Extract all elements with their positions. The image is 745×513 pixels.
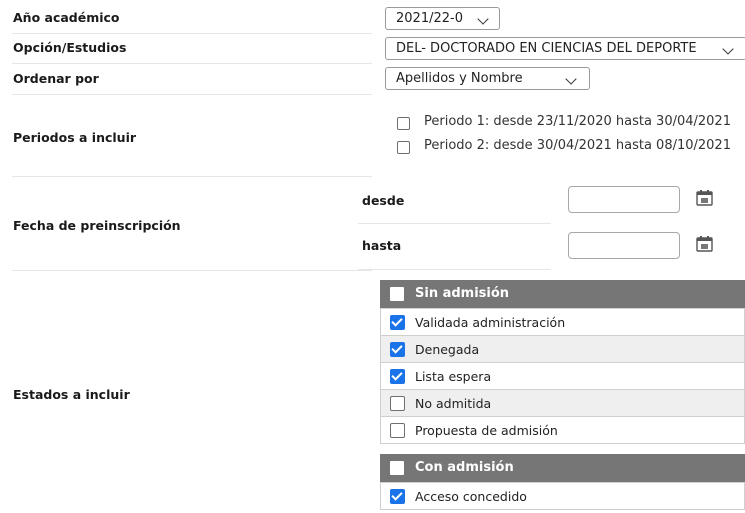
state-row-no-admitida[interactable]: No admitida xyxy=(380,390,745,417)
state-row-denegada[interactable]: Denegada xyxy=(380,336,745,363)
order-select[interactable]: Apellidos y Nombre xyxy=(385,67,590,90)
period-1-label: Periodo 1: desde 23/11/2020 hasta 30/04/… xyxy=(424,114,731,129)
group-header-sin-admision[interactable]: Sin admisión xyxy=(380,280,745,308)
chevron-down-icon xyxy=(722,43,734,55)
row-divider xyxy=(12,94,372,95)
state-row-acceso-concedido[interactable]: Acceso concedido xyxy=(380,482,745,510)
state-label: Validada administración xyxy=(415,315,566,330)
calendar-icon[interactable] xyxy=(696,189,713,206)
chevron-down-icon xyxy=(477,13,489,25)
state-checkbox[interactable] xyxy=(390,315,405,330)
state-label: Denegada xyxy=(415,342,480,357)
group-checkbox-con-admision[interactable] xyxy=(390,461,404,475)
state-checkbox[interactable] xyxy=(390,342,405,357)
row-divider xyxy=(12,33,372,34)
period-2-checkbox[interactable] xyxy=(397,141,410,154)
row-divider xyxy=(12,270,372,271)
state-checkbox[interactable] xyxy=(390,396,405,411)
study-select-value: DEL- DOCTORADO EN CIENCIAS DEL DEPORTE xyxy=(396,41,697,56)
state-row-propuesta[interactable]: Propuesta de admisión xyxy=(380,417,745,444)
state-checkbox[interactable] xyxy=(390,369,405,384)
order-label: Ordenar por xyxy=(13,71,99,86)
group-checkbox-sin-admision[interactable] xyxy=(390,287,404,301)
row-divider xyxy=(12,176,372,177)
to-date-input[interactable] xyxy=(568,232,680,259)
from-label: desde xyxy=(362,193,405,208)
study-label: Opción/Estudios xyxy=(13,40,127,55)
period-1-checkbox[interactable] xyxy=(397,117,410,130)
group-header-con-admision[interactable]: Con admisión xyxy=(380,454,745,482)
subrow-divider xyxy=(358,269,551,270)
state-row-validada[interactable]: Validada administración xyxy=(380,308,745,336)
year-select[interactable]: 2021/22-0 xyxy=(385,7,500,30)
preinscription-label: Fecha de preinscripción xyxy=(13,218,181,233)
study-select[interactable]: DEL- DOCTORADO EN CIENCIAS DEL DEPORTE xyxy=(385,37,745,60)
group-title: Con admisión xyxy=(415,460,514,475)
state-label: Lista espera xyxy=(415,369,492,384)
from-date-input[interactable] xyxy=(568,186,680,213)
state-label: No admitida xyxy=(415,396,492,411)
group-title: Sin admisión xyxy=(415,286,510,301)
state-row-lista-espera[interactable]: Lista espera xyxy=(380,363,745,390)
year-label: Año académico xyxy=(13,10,120,25)
state-checkbox[interactable] xyxy=(390,423,405,438)
subrow-divider xyxy=(358,223,551,224)
row-divider xyxy=(12,63,372,64)
state-checkbox[interactable] xyxy=(390,489,405,504)
order-select-value: Apellidos y Nombre xyxy=(396,71,523,86)
states-label: Estados a incluir xyxy=(13,387,130,402)
periods-label: Periodos a incluir xyxy=(13,130,137,145)
year-select-value: 2021/22-0 xyxy=(396,11,463,26)
calendar-icon[interactable] xyxy=(696,235,713,252)
state-label: Acceso concedido xyxy=(415,489,527,504)
chevron-down-icon xyxy=(565,73,577,85)
state-label: Propuesta de admisión xyxy=(415,423,558,438)
period-2-label: Periodo 2: desde 30/04/2021 hasta 08/10/… xyxy=(424,138,731,153)
to-label: hasta xyxy=(362,238,402,253)
